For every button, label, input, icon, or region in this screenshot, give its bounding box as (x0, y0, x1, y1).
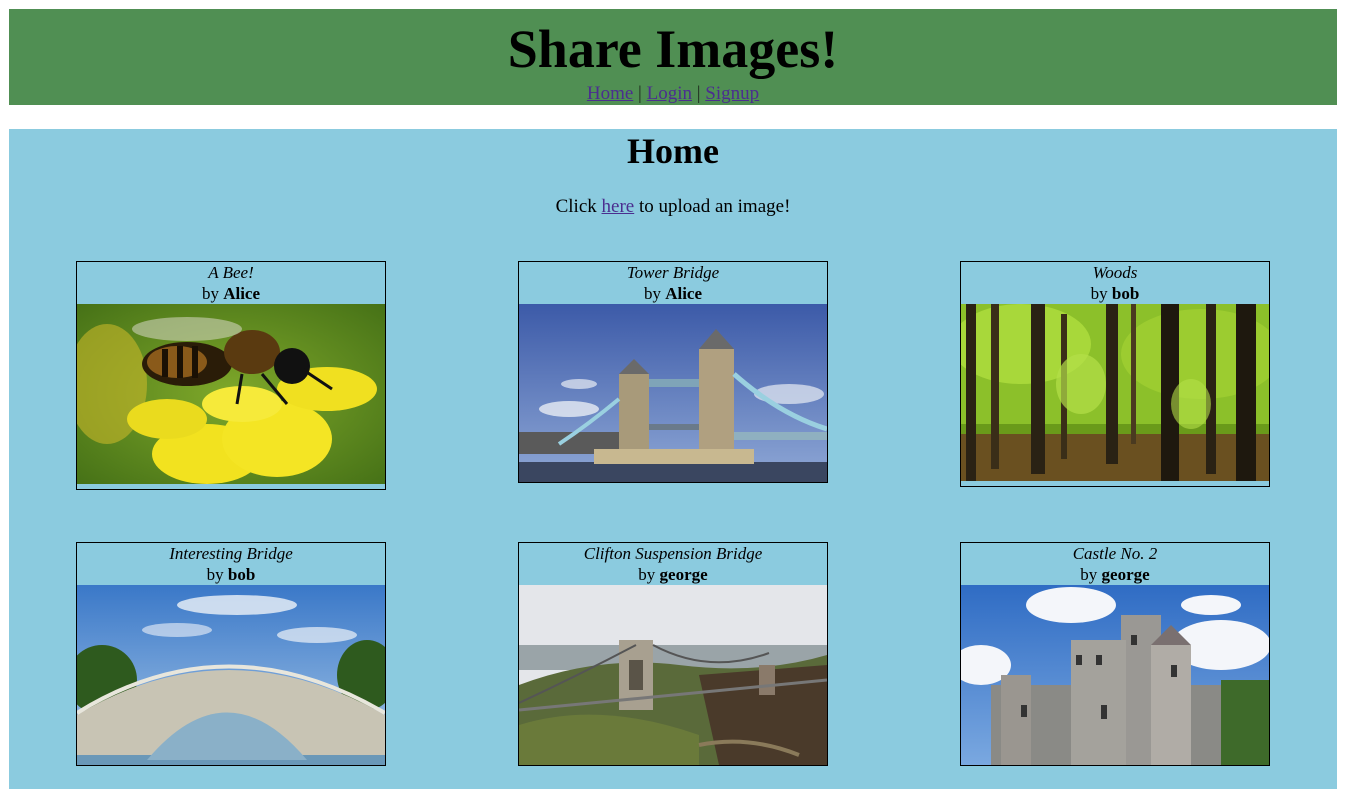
image-card[interactable]: Woods by bob (960, 261, 1270, 487)
image-author: Alice (223, 284, 261, 303)
image-card[interactable]: Interesting Bridge by bob (76, 542, 386, 766)
image-caption: Woods by bob (961, 262, 1269, 304)
image-thumbnail[interactable] (519, 585, 827, 765)
image-thumbnail[interactable] (961, 585, 1269, 765)
image-title: Tower Bridge (626, 263, 720, 282)
byline-prefix: by (643, 284, 661, 303)
image-caption: Interesting Bridge by bob (77, 543, 385, 585)
image-title: Woods (1092, 263, 1138, 282)
tower-bridge-photo (519, 304, 827, 482)
image-card[interactable]: Clifton Suspension Bridge by george (518, 542, 828, 766)
image-thumbnail[interactable] (77, 585, 385, 765)
byline-prefix: by (201, 284, 219, 303)
upload-link[interactable]: here (602, 196, 635, 217)
nav-home-link[interactable]: Home (587, 83, 633, 104)
image-byline: by george (961, 564, 1269, 585)
upload-suffix: to upload an image! (638, 196, 791, 217)
nav-signup-link[interactable]: Signup (705, 83, 759, 104)
image-byline: by Alice (519, 283, 827, 304)
image-byline: by Alice (77, 283, 385, 304)
image-byline: by george (519, 564, 827, 585)
image-author: george (1101, 565, 1150, 584)
image-caption: Clifton Suspension Bridge by george (519, 543, 827, 585)
site-title: Share Images! (507, 19, 839, 79)
image-author: Alice (665, 284, 703, 303)
image-byline: by bob (961, 283, 1269, 304)
image-title: Interesting Bridge (169, 544, 293, 563)
image-caption: Tower Bridge by Alice (519, 262, 827, 304)
byline-prefix: by (1080, 565, 1098, 584)
image-card[interactable]: Castle No. 2 by george (960, 542, 1270, 766)
image-caption: A Bee! by Alice (77, 262, 385, 304)
image-caption: Castle No. 2 by george (961, 543, 1269, 585)
byline-prefix: by (1090, 284, 1108, 303)
main-content: Home Click here to upload an image! A Be… (9, 129, 1337, 789)
image-author: bob (227, 565, 256, 584)
image-title: A Bee! (208, 263, 254, 282)
arch-bridge-photo (77, 585, 385, 765)
byline-prefix: by (206, 565, 224, 584)
image-title: Castle No. 2 (1072, 544, 1158, 563)
site-header: Share Images! Home | Login | Signup (9, 9, 1337, 105)
suspension-bridge-photo (519, 585, 827, 765)
woods-photo (961, 304, 1269, 481)
image-thumbnail[interactable] (519, 304, 827, 482)
nav-separator: | (696, 83, 701, 104)
nav-login-link[interactable]: Login (647, 83, 692, 104)
image-author: george (659, 565, 708, 584)
image-card[interactable]: A Bee! by Alice (76, 261, 386, 490)
image-byline: by bob (77, 564, 385, 585)
image-title: Clifton Suspension Bridge (583, 544, 763, 563)
image-thumbnail[interactable] (77, 304, 385, 484)
image-author: bob (1111, 284, 1140, 303)
byline-prefix: by (638, 565, 656, 584)
image-card[interactable]: Tower Bridge by Alice (518, 261, 828, 483)
nav-separator: | (638, 83, 642, 104)
bee-photo (77, 304, 385, 484)
image-thumbnail[interactable] (961, 304, 1269, 481)
castle-photo (961, 585, 1269, 765)
nav-bar: Home | Login | Signup (9, 83, 1337, 105)
page-title: Home (627, 131, 719, 171)
upload-prefix: Click (555, 196, 597, 217)
upload-prompt: Click here to upload an image! (9, 196, 1337, 218)
